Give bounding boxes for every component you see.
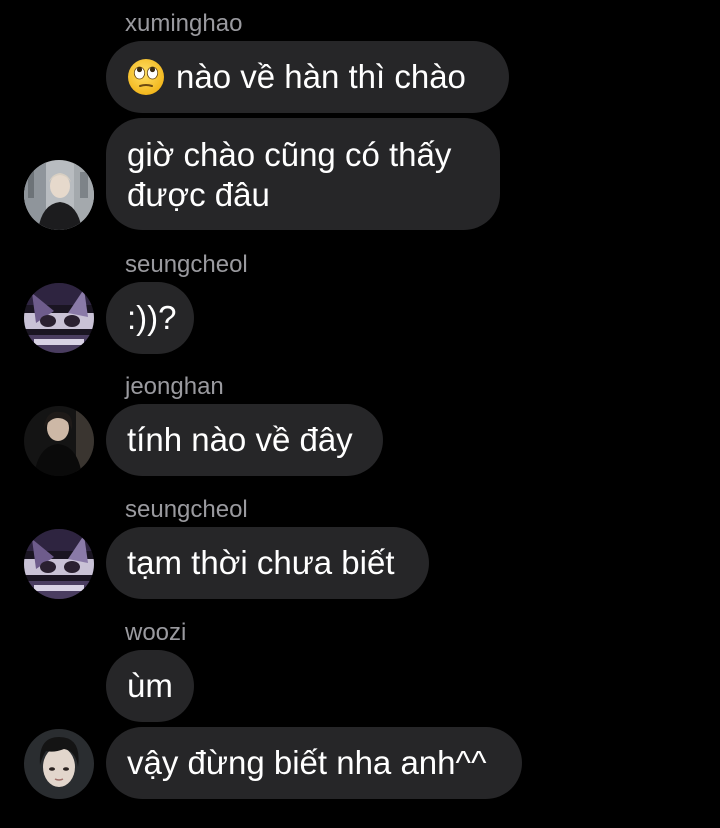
message-bubble[interactable]: vậy đừng biết nha anh^^ [106, 727, 522, 799]
avatar-seungcheol[interactable] [24, 283, 94, 353]
avatar-jeonghan[interactable] [24, 406, 94, 476]
sender-name: seungcheol [125, 496, 248, 523]
message-text: ùm [127, 667, 173, 704]
face-with-rolling-eyes-icon [127, 58, 165, 96]
avatar-seungcheol[interactable] [24, 529, 94, 599]
message-bubble[interactable]: nào về hàn thì chào [106, 41, 509, 113]
sender-name: woozi [125, 619, 187, 646]
message-text: giờ chào cũng có thấy được đâu [127, 135, 451, 215]
message-line: được đâu [127, 176, 270, 213]
message-bubble[interactable]: :))? [106, 282, 194, 354]
message-text: vậy đừng biết nha anh^^ [127, 744, 487, 781]
avatar-xuminghao[interactable] [24, 160, 94, 230]
message-text: nào về hàn thì chào [176, 58, 466, 95]
message-bubble[interactable]: tính nào về đây [106, 404, 383, 476]
message-line: giờ chào cũng có thấy [127, 136, 452, 173]
sender-name: seungcheol [125, 251, 248, 278]
sender-name: jeonghan [125, 373, 224, 400]
sender-name: xuminghao [125, 10, 243, 37]
message-bubble[interactable]: tạm thời chưa biết [106, 527, 429, 599]
message-text: :))? [127, 299, 177, 336]
avatar-woozi[interactable] [24, 729, 94, 799]
message-text: tạm thời chưa biết [127, 544, 395, 581]
message-text: tính nào về đây [127, 421, 353, 458]
message-bubble[interactable]: giờ chào cũng có thấy được đâu [106, 118, 500, 230]
message-bubble[interactable]: ùm [106, 650, 194, 722]
